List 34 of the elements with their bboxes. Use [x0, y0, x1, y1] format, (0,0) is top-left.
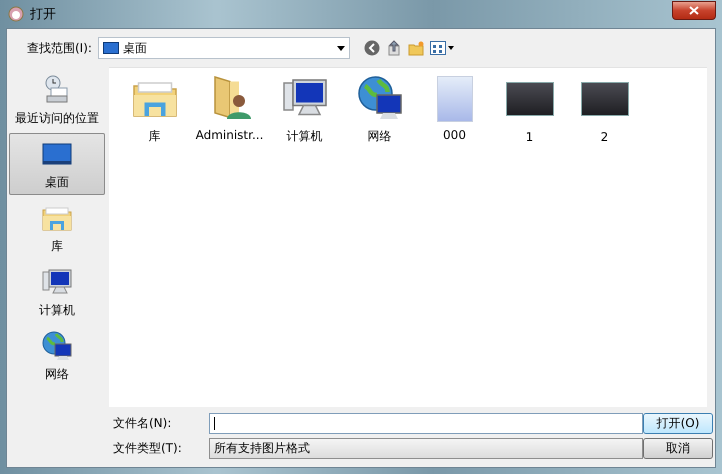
close-icon	[689, 6, 699, 14]
sidebar-item[interactable]: 最近访问的位置	[9, 69, 105, 131]
file-name[interactable]: 库	[148, 128, 160, 145]
desktop-icon	[102, 42, 119, 54]
file-name[interactable]: 计算机	[286, 128, 322, 145]
file-name-field[interactable]	[209, 413, 643, 434]
file-name[interactable]: 2	[600, 130, 608, 144]
back-icon[interactable]	[364, 40, 380, 56]
look-in-dropdown[interactable]: 桌面	[98, 37, 350, 59]
file-type-label: 文件类型(T):	[113, 440, 183, 457]
file-type-dropdown[interactable]: 所有支持图片格式	[209, 438, 643, 459]
sidebar-item[interactable]: 库	[9, 197, 105, 259]
file-name[interactable]: 网络	[368, 128, 392, 145]
photo-placeholder	[436, 76, 472, 122]
globe-monitor-icon	[356, 74, 404, 122]
photo-placeholder	[506, 82, 554, 116]
cancel-button[interactable]: 取消	[643, 438, 713, 459]
close-button[interactable]	[672, 0, 716, 20]
sidebar-item[interactable]: 计算机	[9, 261, 105, 323]
globe-monitor-icon	[41, 330, 73, 362]
file-name[interactable]: Administr...	[196, 128, 264, 142]
window-title: 打开	[30, 6, 57, 23]
open-button[interactable]: 打开(O)	[643, 413, 713, 434]
look-in-label: 查找范围(I):	[27, 40, 92, 56]
sidebar-item[interactable]: 桌面	[9, 133, 105, 195]
app-logo-icon	[8, 6, 24, 22]
file-name[interactable]: 1	[526, 130, 534, 144]
up-folder-icon[interactable]	[386, 40, 402, 56]
photo-placeholder	[580, 82, 628, 116]
file-name-label: 文件名(N):	[113, 415, 172, 432]
view-menu-icon[interactable]	[430, 40, 454, 56]
sidebar-item[interactable]: 网络	[9, 325, 105, 387]
file-name[interactable]: 000	[443, 128, 466, 142]
caret-icon	[336, 46, 345, 50]
